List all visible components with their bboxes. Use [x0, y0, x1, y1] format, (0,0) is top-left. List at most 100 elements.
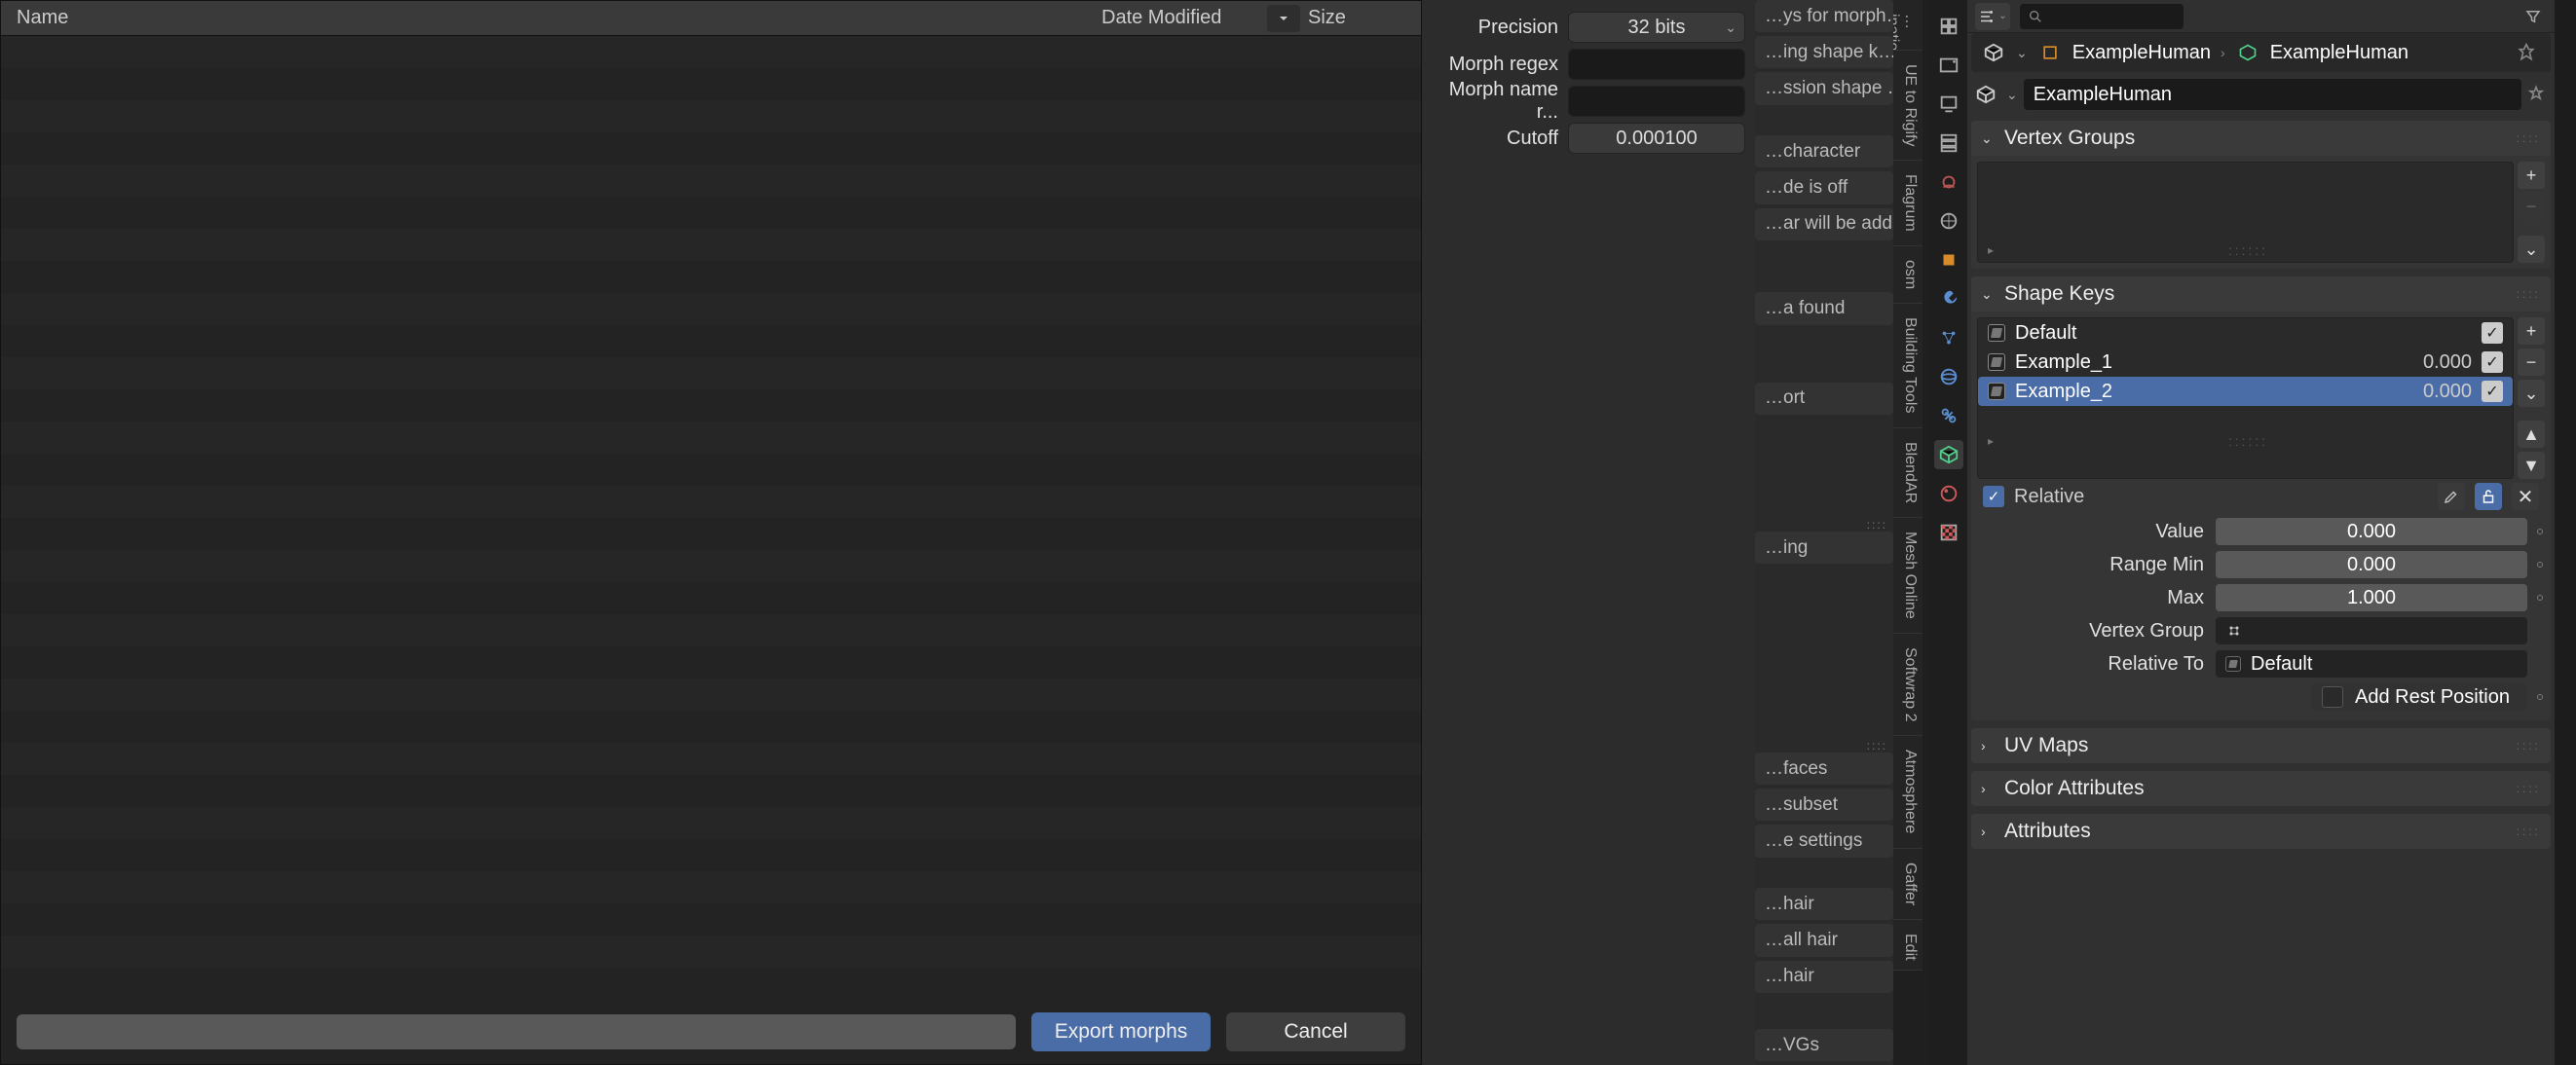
- sliver-line[interactable]: …ing shape k…: [1755, 36, 1893, 68]
- vtab[interactable]: Building Tools: [1893, 304, 1923, 427]
- shape-key-mute-checkbox[interactable]: ✓: [2482, 351, 2503, 373]
- vtab[interactable]: …ination: [1893, 0, 1923, 51]
- sliver-line[interactable]: …ort: [1755, 383, 1893, 415]
- sliver-line[interactable]: …subset: [1755, 789, 1893, 821]
- add-shape-key-button[interactable]: +: [2518, 317, 2545, 345]
- animate-dot[interactable]: [2535, 694, 2545, 700]
- sliver-line[interactable]: …faces: [1755, 753, 1893, 785]
- sliver-line[interactable]: …character: [1755, 135, 1893, 167]
- pin-icon[interactable]: [2512, 43, 2541, 62]
- cutoff-input[interactable]: 0.000100: [1568, 123, 1745, 154]
- uv-maps-header[interactable]: › UV Maps ::::: [1971, 728, 2551, 763]
- shape-keys-header[interactable]: ⌄ Shape Keys ::::: [1971, 276, 2551, 312]
- sliver-line[interactable]: …e settings: [1755, 825, 1893, 857]
- constraints-tab-icon[interactable]: [1934, 401, 1963, 430]
- sliver-line[interactable]: …ssion shape …: [1755, 72, 1893, 104]
- properties-search-input[interactable]: [2020, 4, 2184, 29]
- vertex-group-specials-menu[interactable]: ⌄: [2518, 236, 2545, 263]
- sliver-line[interactable]: …ys for morph…: [1755, 0, 1893, 32]
- precision-dropdown[interactable]: 32 bits ⌄: [1568, 12, 1745, 43]
- shape-keys-list[interactable]: Default ✓ Example_1 0.000 ✓: [1977, 317, 2514, 479]
- vertex-groups-panel: ⌄ Vertex Groups :::: ▸:::::: + −: [1971, 121, 2551, 269]
- properties-scrollbar[interactable]: [2555, 0, 2576, 1065]
- tool-tab-icon[interactable]: [1934, 12, 1963, 41]
- sliver-line[interactable]: …hair: [1755, 961, 1893, 993]
- relative-to-dropdown[interactable]: Default: [2216, 650, 2527, 678]
- col-size-header[interactable]: Size: [1308, 7, 1405, 29]
- move-shape-key-up-button[interactable]: ▲: [2518, 421, 2545, 448]
- texture-tab-icon[interactable]: [1934, 518, 1963, 547]
- animate-dot[interactable]: [2535, 562, 2545, 568]
- options-dropdown[interactable]: ⌄: [1975, 3, 2010, 30]
- file-path-input[interactable]: [17, 1014, 1016, 1049]
- add-rest-position-checkbox[interactable]: Add Rest Position: [2312, 683, 2527, 711]
- breadcrumb-object[interactable]: ExampleHuman: [2072, 42, 2211, 64]
- material-tab-icon[interactable]: [1934, 479, 1963, 508]
- fake-user-icon[interactable]: [2521, 85, 2551, 104]
- filter-toggle[interactable]: [2520, 3, 2547, 30]
- sliver-line[interactable]: …hair: [1755, 888, 1893, 920]
- vtab[interactable]: Gaffer: [1893, 849, 1923, 920]
- render-tab-icon[interactable]: [1934, 51, 1963, 80]
- mesh-data-icon[interactable]: [1971, 80, 2000, 109]
- vtab[interactable]: Flagrum: [1893, 161, 1923, 246]
- col-date-header[interactable]: Date Modified: [1101, 7, 1267, 29]
- vtab[interactable]: Atmosphere: [1893, 736, 1923, 848]
- output-tab-icon[interactable]: [1934, 90, 1963, 119]
- sliver-line[interactable]: …ing: [1755, 532, 1893, 564]
- relative-checkbox[interactable]: ✓: [1983, 486, 2004, 507]
- col-name-header[interactable]: Name: [17, 7, 1101, 29]
- file-browser-rows[interactable]: [1, 36, 1421, 1000]
- add-vertex-group-button[interactable]: +: [2518, 162, 2545, 189]
- morph-regex-input[interactable]: [1568, 49, 1745, 80]
- export-morphs-button[interactable]: Export morphs: [1031, 1012, 1211, 1051]
- mesh-name-input[interactable]: ExampleHuman: [2024, 79, 2521, 110]
- range-max-slider[interactable]: 1.000: [2216, 584, 2527, 611]
- sliver-line[interactable]: …ar will be add…: [1755, 208, 1893, 240]
- physics-tab-icon[interactable]: [1934, 362, 1963, 391]
- mesh-data-tab-icon[interactable]: [1934, 440, 1963, 469]
- attributes-header[interactable]: › Attributes ::::: [1971, 814, 2551, 849]
- morph-name-regex-input[interactable]: [1568, 86, 1745, 117]
- scene-tab-icon[interactable]: [1934, 167, 1963, 197]
- animate-dot[interactable]: [2535, 529, 2545, 534]
- sliver-line[interactable]: …VGs: [1755, 1029, 1893, 1061]
- shape-key-lock-icon[interactable]: [2475, 483, 2502, 510]
- sliver-line[interactable]: …all hair: [1755, 924, 1893, 956]
- vertex-group-dropdown[interactable]: [2216, 617, 2527, 644]
- breadcrumb-mesh[interactable]: ExampleHuman: [2270, 42, 2408, 64]
- color-attributes-header[interactable]: › Color Attributes ::::: [1971, 771, 2551, 806]
- vtab[interactable]: UE to Rigify: [1893, 51, 1923, 161]
- sliver-line[interactable]: …a found: [1755, 292, 1893, 324]
- world-tab-icon[interactable]: [1934, 206, 1963, 236]
- vertex-groups-header[interactable]: ⌄ Vertex Groups ::::: [1971, 121, 2551, 156]
- shape-key-row[interactable]: Default ✓: [1978, 318, 2513, 348]
- animate-dot[interactable]: [2535, 595, 2545, 601]
- vtab[interactable]: Mesh Online: [1893, 518, 1923, 634]
- shape-key-edit-mode-icon[interactable]: [2438, 483, 2465, 510]
- sort-direction-toggle[interactable]: [1267, 5, 1300, 32]
- particles-tab-icon[interactable]: [1934, 323, 1963, 352]
- remove-vertex-group-button[interactable]: −: [2518, 193, 2545, 220]
- remove-shape-key-button[interactable]: −: [2518, 349, 2545, 376]
- vtab[interactable]: Edit: [1893, 920, 1923, 971]
- vertex-groups-list[interactable]: ▸::::::: [1977, 162, 2514, 263]
- sliver-line[interactable]: …de is off: [1755, 171, 1893, 203]
- vtab[interactable]: Softwrap 2: [1893, 634, 1923, 736]
- shape-key-mute-checkbox[interactable]: ✓: [2482, 381, 2503, 402]
- shape-key-row[interactable]: Example_1 0.000 ✓: [1978, 348, 2513, 377]
- vtab[interactable]: osm: [1893, 246, 1923, 304]
- shape-key-clear-icon[interactable]: ✕: [2512, 483, 2539, 510]
- shape-key-specials-menu[interactable]: ⌄: [2518, 380, 2545, 407]
- cancel-button[interactable]: Cancel: [1226, 1012, 1405, 1051]
- shape-key-row-selected[interactable]: Example_2 0.000 ✓: [1978, 377, 2513, 406]
- modifier-tab-icon[interactable]: [1934, 284, 1963, 313]
- region-divider[interactable]: [1923, 0, 1930, 1065]
- object-tab-icon[interactable]: [1934, 245, 1963, 275]
- shape-key-value-slider[interactable]: 0.000: [2216, 518, 2527, 545]
- vtab[interactable]: BlendAR: [1893, 428, 1923, 518]
- viewlayer-tab-icon[interactable]: [1934, 129, 1963, 158]
- range-min-slider[interactable]: 0.000: [2216, 551, 2527, 578]
- move-shape-key-down-button[interactable]: ▼: [2518, 452, 2545, 479]
- shape-key-mute-checkbox[interactable]: ✓: [2482, 322, 2503, 344]
